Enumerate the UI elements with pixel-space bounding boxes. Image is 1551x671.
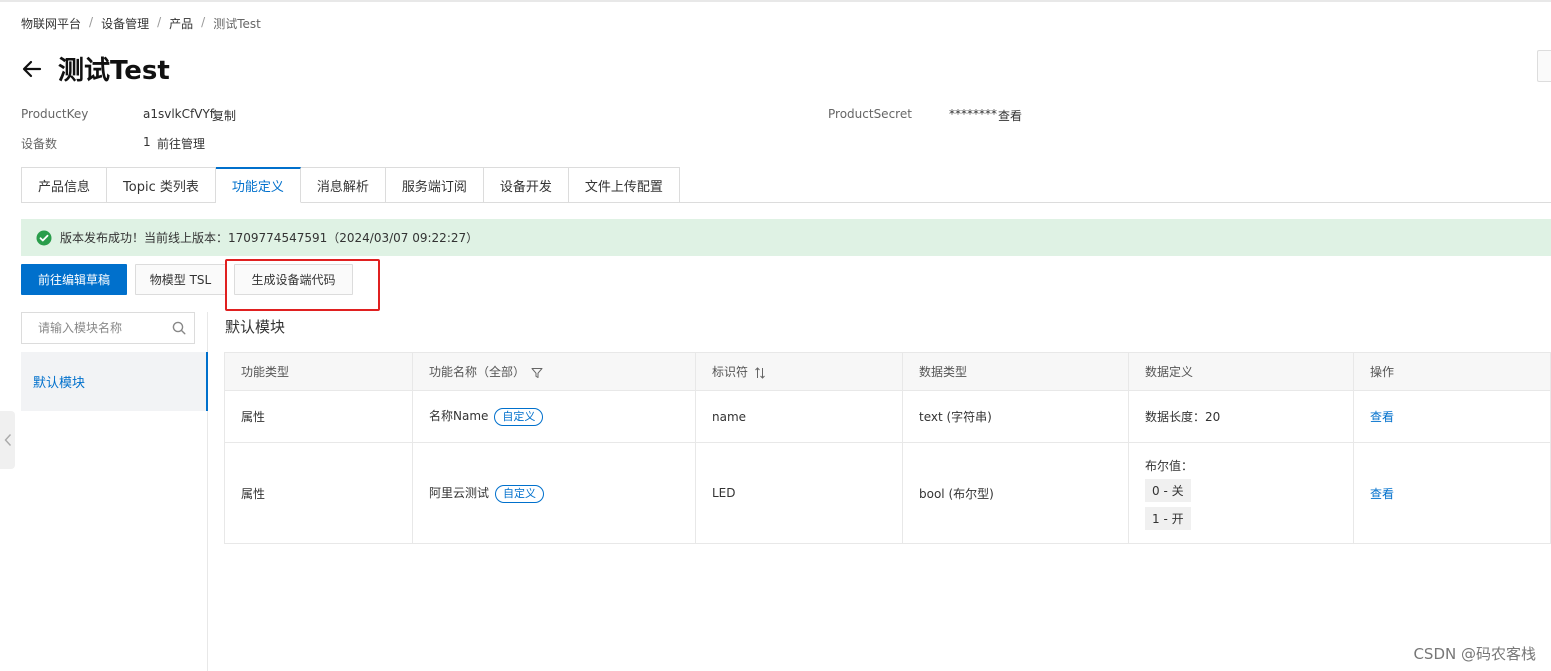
cell-data-definition: 数据长度：20 [1128, 390, 1354, 443]
product-key-label: ProductKey [21, 107, 89, 121]
cell-data-type: text (字符串) [902, 390, 1129, 443]
breadcrumb-item-iot[interactable]: 物联网平台 [21, 15, 81, 32]
function-table: 功能类型 功能名称（全部） 标识符 数据类型 数据定义 操作 属性 名称Name… [224, 352, 1551, 544]
tsl-button[interactable]: 物模型 TSL [135, 264, 226, 295]
function-name-text: 阿里云测试 [429, 485, 490, 500]
cell-identifier: name [695, 390, 903, 443]
collapse-handle[interactable] [0, 411, 15, 469]
cell-data-type: bool (布尔型) [902, 442, 1129, 544]
top-border [0, 0, 1551, 2]
tab-bar: 产品信息 Topic 类列表 功能定义 消息解析 服务端订阅 设备开发 文件上传… [21, 167, 680, 203]
cell-function-name: 名称Name 自定义 [412, 390, 696, 443]
tab-device-development[interactable]: 设备开发 [483, 167, 569, 203]
edit-draft-button[interactable]: 前往编辑草稿 [21, 264, 127, 295]
module-item-default[interactable]: 默认模块 [21, 352, 208, 411]
view-link[interactable]: 查看 [1370, 487, 1394, 501]
bool-definition-label: 布尔值： [1145, 458, 1194, 473]
cell-actions: 查看 [1353, 390, 1551, 443]
tab-message-parsing[interactable]: 消息解析 [300, 167, 386, 203]
cell-data-definition: 布尔值： 0 - 关 1 - 开 [1128, 442, 1354, 544]
device-count-row: 设备数 1 前往管理 [21, 135, 321, 151]
tab-topic-list[interactable]: Topic 类列表 [107, 167, 216, 203]
search-icon[interactable] [172, 321, 186, 335]
custom-tag: 自定义 [495, 484, 545, 503]
alert-text: 版本发布成功！当前线上版本：1709774547591（2024/03/07 0… [60, 231, 479, 245]
product-key-value: a1svlkCfVYf [143, 107, 214, 121]
breadcrumb-item-device-mgmt[interactable]: 设备管理 [101, 15, 149, 32]
section-title: 默认模块 [225, 318, 286, 336]
filter-icon[interactable] [531, 367, 543, 379]
tab-product-info[interactable]: 产品信息 [21, 167, 108, 203]
cell-function-type: 属性 [224, 390, 413, 443]
module-search-box [21, 312, 195, 344]
table-header-row: 功能类型 功能名称（全部） 标识符 数据类型 数据定义 操作 [224, 352, 1551, 391]
breadcrumb-item-product[interactable]: 产品 [169, 15, 193, 32]
side-panel-toggle[interactable] [1537, 50, 1551, 82]
device-count-label: 设备数 [21, 137, 58, 151]
cell-identifier: LED [695, 442, 903, 544]
back-arrow-icon[interactable] [20, 57, 44, 81]
cell-function-type: 属性 [224, 442, 413, 544]
check-circle-icon [36, 230, 52, 245]
view-link[interactable]: 查看 [1370, 410, 1394, 424]
col-header-function-name-label: 功能名称（全部） [429, 365, 526, 379]
product-secret-row: ProductSecret ******** 查看 [828, 107, 1128, 123]
custom-tag: 自定义 [494, 408, 544, 426]
view-secret-link[interactable]: 查看 [998, 107, 1022, 124]
col-header-identifier: 标识符 [695, 352, 903, 391]
watermark: CSDN @码农客栈 [1413, 645, 1536, 663]
tab-function-definition[interactable]: 功能定义 [215, 167, 301, 203]
cell-function-name: 阿里云测试 自定义 [412, 442, 696, 544]
cell-actions: 查看 [1353, 442, 1551, 544]
breadcrumb: 物联网平台 / 设备管理 / 产品 / 测试Test [21, 15, 261, 32]
page-title: 测试Test [58, 56, 170, 86]
col-header-data-type: 数据类型 [902, 352, 1129, 391]
product-secret-label: ProductSecret [828, 107, 912, 121]
chevron-left-icon [4, 434, 11, 446]
manage-devices-link[interactable]: 前往管理 [157, 135, 205, 152]
enum-value-0: 0 - 关 [1145, 478, 1191, 502]
table-row: 属性 阿里云测试 自定义 LED bool (布尔型) 布尔值： 0 - 关 1 … [224, 442, 1551, 544]
col-header-actions: 操作 [1353, 352, 1551, 391]
col-header-function-name: 功能名称（全部） [412, 352, 696, 391]
tab-file-upload-config[interactable]: 文件上传配置 [568, 167, 680, 203]
col-header-function-type: 功能类型 [224, 352, 413, 391]
breadcrumb-separator: / [201, 15, 206, 29]
table-row: 属性 名称Name 自定义 name text (字符串) 数据长度：20 查看 [224, 390, 1551, 443]
sort-icon[interactable] [754, 366, 766, 379]
device-count-value: 1 [143, 135, 151, 149]
breadcrumb-item-current: 测试Test [213, 17, 261, 31]
product-key-row: ProductKey a1svlkCfVYf 复制 [21, 107, 621, 123]
copy-link[interactable]: 复制 [212, 107, 236, 124]
success-alert: 版本发布成功！当前线上版本：1709774547591（2024/03/07 0… [21, 219, 1551, 256]
function-name-text: 名称Name [429, 409, 489, 423]
col-header-identifier-label: 标识符 [712, 365, 749, 379]
page-header: 测试Test [20, 50, 170, 87]
breadcrumb-separator: / [157, 15, 162, 29]
tab-server-subscription[interactable]: 服务端订阅 [385, 167, 484, 203]
generate-device-code-button[interactable]: 生成设备端代码 [234, 264, 353, 295]
product-secret-value: ******** [949, 107, 997, 121]
breadcrumb-separator: / [89, 15, 94, 29]
col-header-data-definition: 数据定义 [1128, 352, 1354, 391]
module-search-input[interactable] [38, 321, 166, 335]
enum-value-1: 1 - 开 [1145, 506, 1191, 530]
